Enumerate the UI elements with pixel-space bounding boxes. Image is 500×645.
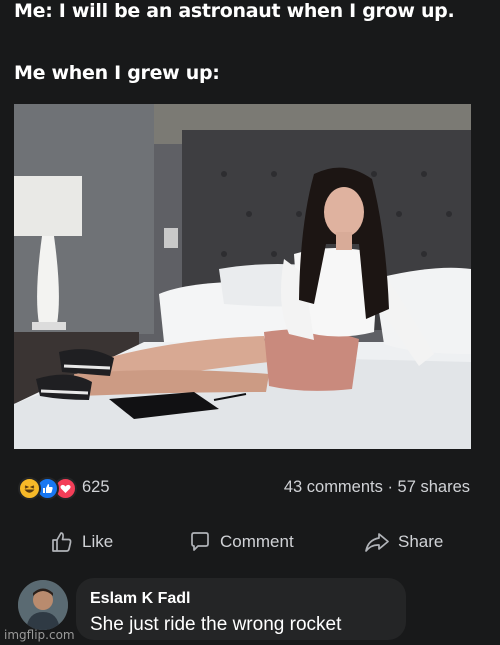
caption-line-1: Me: I will be an astronaut when I grow u… — [14, 0, 455, 22]
comment-text: She just ride the wrong rocket — [90, 614, 342, 635]
watermark: imgflip.com — [4, 628, 75, 642]
avatar[interactable] — [18, 580, 68, 630]
comment-button[interactable]: Comment — [188, 527, 294, 557]
comment-label: Comment — [220, 532, 294, 551]
photo-illustration — [14, 104, 471, 449]
share-button[interactable]: Share — [364, 527, 443, 557]
like-button[interactable]: Like — [50, 527, 113, 557]
reaction-icons[interactable] — [18, 476, 84, 500]
comment-author[interactable]: Eslam K Fadl — [90, 590, 190, 608]
comments-shares-count[interactable]: 43 comments · 57 shares — [284, 478, 470, 497]
comment-bubble: Eslam K Fadl She just ride the wrong roc… — [76, 578, 406, 640]
like-label: Like — [82, 532, 114, 551]
reaction-count[interactable]: 625 — [82, 478, 110, 497]
share-arrow-icon — [365, 533, 389, 552]
haha-reaction-icon — [18, 477, 41, 500]
comment-bubble-icon — [191, 532, 209, 551]
post-stats: 625 43 comments · 57 shares — [18, 476, 478, 500]
avatar-image — [18, 580, 68, 630]
comment-item: Eslam K Fadl She just ride the wrong roc… — [18, 578, 498, 640]
caption-line-2: Me when I grew up: — [14, 62, 220, 84]
post-photo[interactable] — [14, 104, 471, 449]
thumbs-up-icon — [52, 532, 72, 552]
post-actions: Like Comment Share — [0, 527, 500, 559]
share-label: Share — [398, 532, 444, 551]
